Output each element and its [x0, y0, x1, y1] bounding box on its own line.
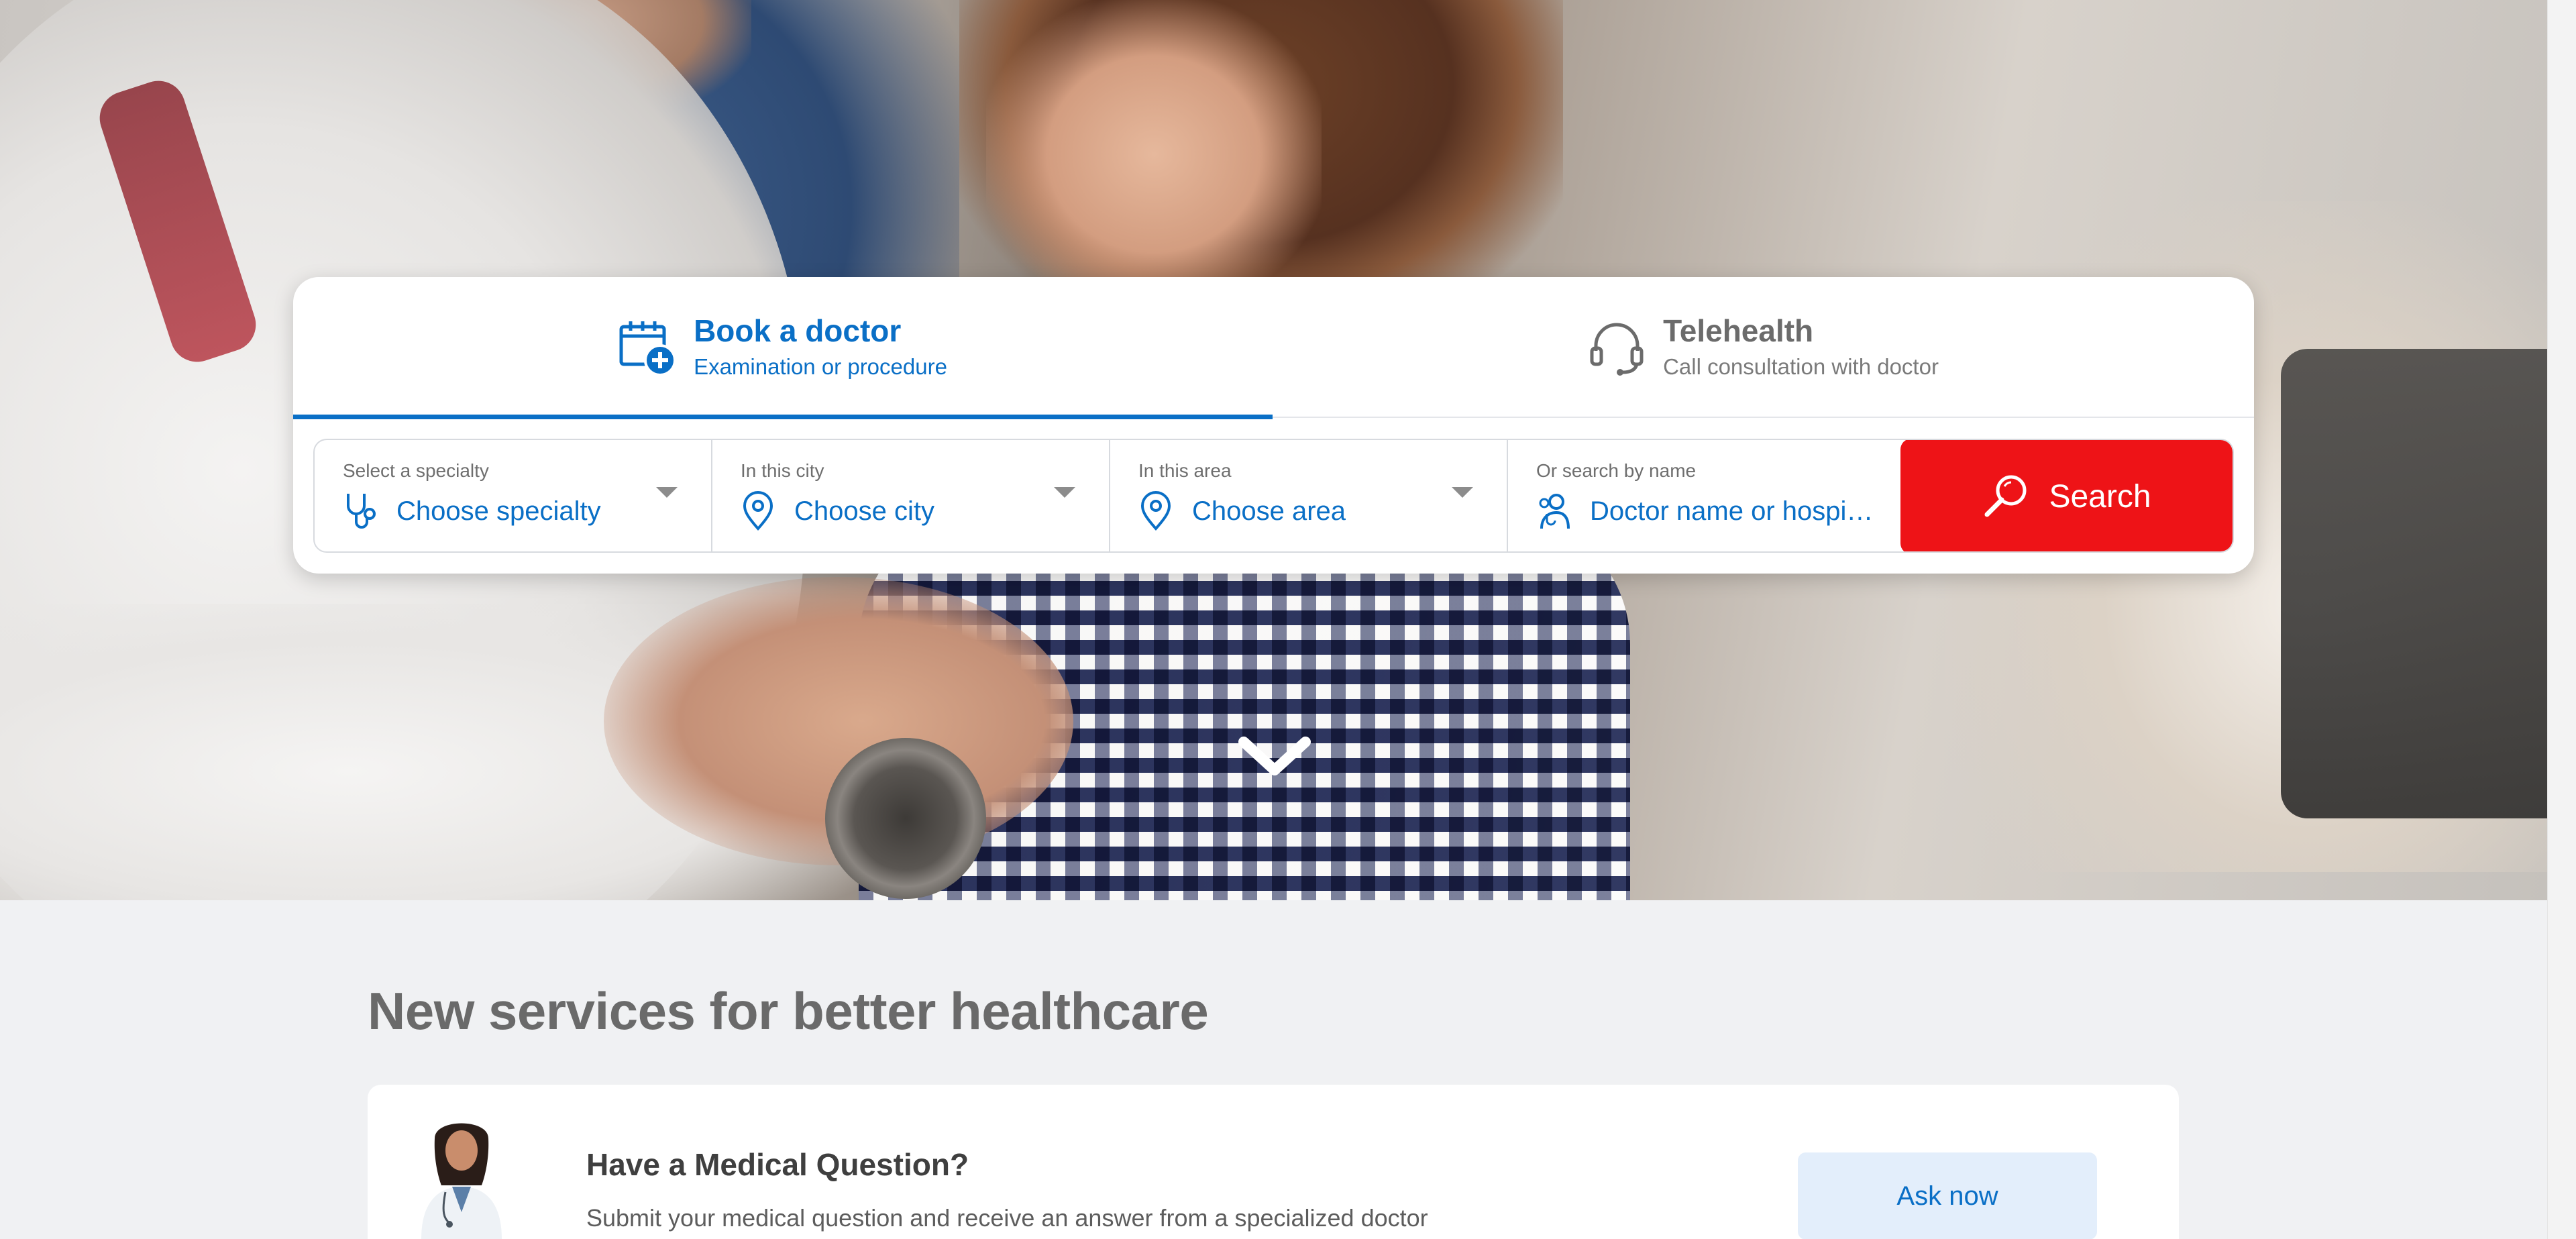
hero-wristwatch — [825, 738, 986, 899]
calendar-plus-icon — [619, 321, 677, 376]
caret-down-icon — [1054, 487, 1075, 498]
medical-question-card: Have a Medical Question? Submit your med… — [368, 1085, 2179, 1239]
city-select[interactable]: In this city Choose city — [712, 440, 1110, 551]
ask-now-button[interactable]: Ask now — [1798, 1152, 2097, 1239]
search-card: Book a doctor Examination or procedure T… — [293, 277, 2254, 574]
caret-down-icon — [1452, 487, 1473, 498]
area-value: Choose area — [1192, 496, 1346, 526]
page-scrollbar[interactable] — [2547, 0, 2576, 1239]
name-search-label: Or search by name — [1536, 460, 1697, 481]
city-label: In this city — [741, 460, 824, 481]
search-button[interactable]: Search — [1900, 440, 2233, 551]
specialty-select[interactable]: Select a specialty Choose specialty — [315, 440, 712, 551]
tab-title: Telehealth — [1663, 313, 1814, 349]
caret-down-icon — [656, 487, 678, 498]
city-value-row: Choose city — [741, 491, 1082, 531]
city-value: Choose city — [794, 496, 934, 526]
tab-subtitle: Examination or procedure — [694, 354, 947, 379]
services-heading: New services for better healthcare — [368, 981, 1209, 1040]
tab-subtitle: Call consultation with doctor — [1663, 354, 1939, 379]
service-card-description: Submit your medical question and receive… — [586, 1204, 1428, 1232]
service-card-title: Have a Medical Question? — [586, 1147, 969, 1182]
specialty-value-row: Choose specialty — [343, 491, 684, 531]
area-value-row: Choose area — [1138, 491, 1480, 531]
search-tabs: Book a doctor Examination or procedure T… — [293, 277, 2254, 419]
area-select[interactable]: In this area Choose area — [1110, 440, 1508, 551]
tab-book-text: Book a doctor Examination or procedure — [694, 313, 947, 382]
magnifier-icon — [1984, 475, 2027, 517]
tab-book-a-doctor[interactable]: Book a doctor Examination or procedure — [293, 277, 1273, 419]
name-search-row — [1536, 491, 1885, 531]
search-button-label: Search — [2049, 478, 2151, 515]
area-label: In this area — [1138, 460, 1232, 481]
location-pin-icon — [743, 491, 773, 531]
name-search-input[interactable] — [1590, 496, 1885, 527]
doctor-icon — [1539, 494, 1570, 529]
stethoscope-icon — [347, 494, 376, 529]
tab-title: Book a doctor — [694, 313, 902, 349]
search-fields: Select a specialty Choose specialty In t… — [313, 439, 2234, 553]
specialty-label: Select a specialty — [343, 460, 489, 481]
hero-child-face — [986, 0, 1322, 309]
hero-chair — [2281, 349, 2547, 818]
headset-icon — [1590, 323, 1644, 376]
tab-telehealth-text: Telehealth Call consultation with doctor — [1663, 313, 1939, 382]
doctor-avatar — [421, 1123, 502, 1239]
name-search-field[interactable]: Or search by name — [1508, 440, 1908, 551]
chevron-down-icon[interactable] — [1238, 737, 1311, 777]
location-pin-icon — [1140, 491, 1171, 531]
tab-telehealth[interactable]: Telehealth Call consultation with doctor — [1273, 277, 2254, 418]
specialty-value: Choose specialty — [396, 496, 601, 526]
